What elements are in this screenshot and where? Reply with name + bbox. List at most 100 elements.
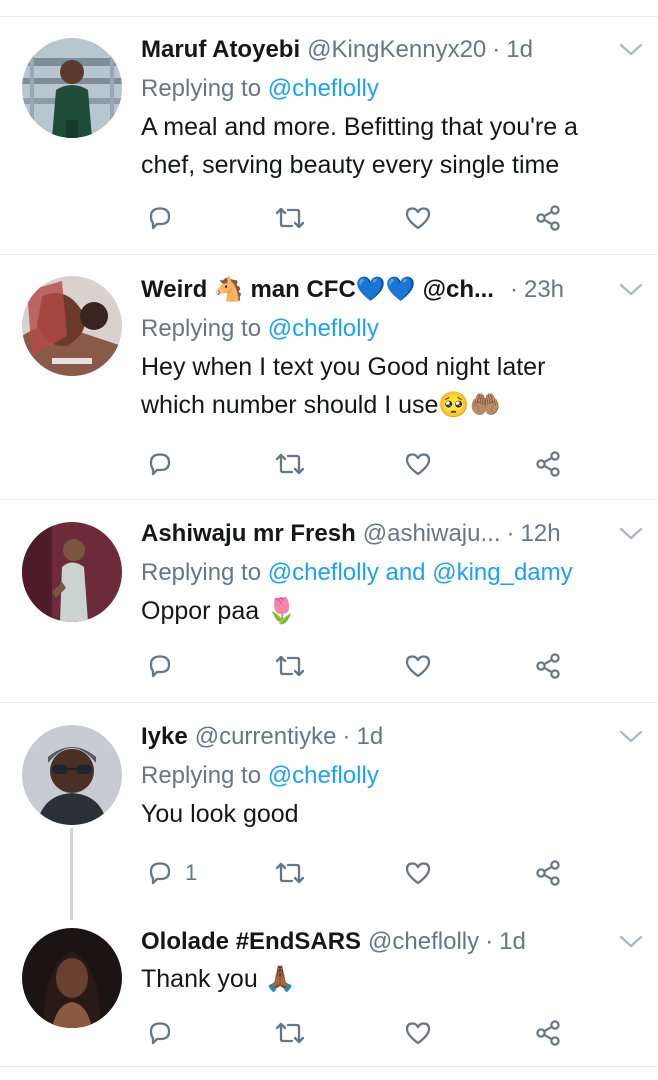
tweet[interactable]: Maruf Atoyebi @KingKennyx20 · 1d Replyin… bbox=[0, 17, 658, 253]
replying-to: Replying to @cheflolly bbox=[141, 73, 644, 105]
share-button[interactable] bbox=[533, 1013, 563, 1053]
tweet-text-line: Thank you 🙏🏾 bbox=[141, 965, 296, 993]
reply-count: 1 bbox=[185, 860, 198, 885]
share-icon bbox=[536, 653, 560, 679]
replying-to-label: Replying to bbox=[141, 559, 262, 586]
chevron-down-icon[interactable] bbox=[618, 280, 644, 300]
tweet[interactable]: Iyke @currentiyke · 1d Replying to @chef… bbox=[0, 703, 658, 903]
share-button[interactable] bbox=[533, 198, 563, 238]
separator-dot: · bbox=[492, 36, 501, 63]
avatar[interactable] bbox=[22, 522, 122, 622]
timestamp[interactable]: 23h bbox=[524, 274, 564, 306]
retweet-icon bbox=[275, 207, 305, 229]
tweet-text-line: Hey when I text you Good night later bbox=[141, 353, 546, 381]
separator-dot: · bbox=[509, 276, 518, 303]
user-handle[interactable]: @KingKennyx20 bbox=[307, 34, 486, 66]
replying-to: Replying to @cheflolly bbox=[141, 760, 644, 792]
reply-button[interactable] bbox=[145, 1013, 185, 1053]
share-button[interactable] bbox=[533, 853, 563, 893]
like-button[interactable] bbox=[403, 198, 433, 238]
user-handle[interactable]: @ch... bbox=[423, 274, 494, 306]
like-button[interactable] bbox=[403, 1013, 433, 1053]
chevron-down-icon[interactable] bbox=[618, 524, 644, 544]
retweet-icon bbox=[275, 1022, 305, 1044]
action-bar bbox=[141, 646, 621, 686]
avatar[interactable] bbox=[22, 725, 122, 825]
avatar[interactable] bbox=[22, 928, 122, 1028]
tweet-text-line: which number should I use🥺🤲🏽 bbox=[141, 391, 501, 419]
like-button[interactable] bbox=[403, 646, 433, 686]
reply-icon bbox=[149, 655, 171, 678]
mention-link[interactable]: @cheflolly and @king_damy bbox=[268, 559, 573, 586]
chevron-down-icon[interactable] bbox=[618, 40, 644, 60]
heart-icon bbox=[405, 1022, 431, 1045]
display-name[interactable]: Maruf Atoyebi bbox=[141, 34, 300, 66]
tweet[interactable]: Ashiwaju mr Fresh @ashiwaju... · 12h Rep… bbox=[0, 500, 658, 700]
share-icon bbox=[536, 860, 560, 886]
mention-link[interactable]: @cheflolly bbox=[268, 315, 379, 342]
replying-to: Replying to @cheflolly and @king_damy bbox=[141, 557, 644, 589]
reply-icon bbox=[149, 1022, 171, 1045]
like-button[interactable] bbox=[403, 853, 433, 893]
retweet-button[interactable] bbox=[273, 1013, 307, 1053]
replying-to-label: Replying to bbox=[141, 75, 262, 102]
share-icon bbox=[536, 205, 560, 231]
timestamp[interactable]: 1d bbox=[499, 926, 526, 958]
tweet-text-line: A meal and more. Befitting that you're a bbox=[141, 113, 578, 141]
chevron-down-icon[interactable] bbox=[618, 932, 644, 952]
action-bar bbox=[141, 1013, 621, 1053]
replying-to-label: Replying to bbox=[141, 315, 262, 342]
tweet[interactable]: Ololade #EndSARS @cheflolly · 1d Thank y… bbox=[0, 905, 658, 1065]
replying-to-label: Replying to bbox=[141, 762, 262, 789]
timestamp[interactable]: 1d bbox=[506, 34, 533, 66]
reply-icon bbox=[149, 207, 171, 230]
user-handle[interactable]: @ashiwaju... bbox=[363, 518, 501, 550]
share-button[interactable] bbox=[533, 444, 563, 484]
timestamp[interactable]: 12h bbox=[521, 518, 561, 550]
display-name[interactable]: Iyke bbox=[141, 721, 188, 753]
retweet-icon bbox=[275, 655, 305, 677]
reply-thread: Maruf Atoyebi @KingKennyx20 · 1d Replyin… bbox=[0, 0, 658, 1080]
avatar[interactable] bbox=[22, 276, 122, 376]
action-bar bbox=[141, 198, 621, 238]
reply-button[interactable] bbox=[145, 444, 185, 484]
reply-button[interactable] bbox=[145, 198, 185, 238]
tweet-text-line: Oppor paa 🌷 bbox=[141, 597, 298, 625]
heart-icon bbox=[405, 453, 431, 476]
retweet-button[interactable] bbox=[273, 198, 307, 238]
like-button[interactable] bbox=[403, 444, 433, 484]
action-bar: 1 bbox=[141, 853, 621, 893]
user-handle[interactable]: @currentiyke bbox=[195, 721, 337, 753]
user-handle[interactable]: @cheflolly bbox=[368, 926, 479, 958]
separator-dot: · bbox=[342, 723, 351, 750]
retweet-button[interactable] bbox=[273, 444, 307, 484]
reply-button[interactable] bbox=[145, 646, 185, 686]
avatar[interactable] bbox=[22, 38, 122, 138]
reply-icon bbox=[149, 453, 171, 476]
heart-icon bbox=[405, 655, 431, 678]
display-name[interactable]: Weird 🐴 man CFC💙💙 bbox=[141, 274, 416, 306]
separator-dot: · bbox=[485, 928, 494, 955]
chevron-down-icon[interactable] bbox=[618, 727, 644, 747]
retweet-icon bbox=[275, 862, 305, 884]
heart-icon bbox=[405, 207, 431, 230]
display-name[interactable]: Ololade #EndSARS bbox=[141, 926, 361, 958]
display-name[interactable]: Ashiwaju mr Fresh bbox=[141, 518, 356, 550]
share-button[interactable] bbox=[533, 646, 563, 686]
retweet-button[interactable] bbox=[273, 853, 307, 893]
mention-link[interactable]: @cheflolly bbox=[268, 75, 379, 102]
tweet[interactable]: Weird 🐴 man CFC💙💙 @ch... · 23h Replying … bbox=[0, 255, 658, 498]
retweet-button[interactable] bbox=[273, 646, 307, 686]
mention-link[interactable]: @cheflolly bbox=[268, 762, 379, 789]
retweet-icon bbox=[275, 453, 305, 475]
timestamp[interactable]: 1d bbox=[356, 721, 383, 753]
tweet-text-line: You look good bbox=[141, 800, 299, 828]
share-icon bbox=[536, 1020, 560, 1046]
divider bbox=[0, 1066, 658, 1067]
share-icon bbox=[536, 451, 560, 477]
reply-button[interactable]: 1 bbox=[145, 853, 197, 893]
heart-icon bbox=[405, 862, 431, 885]
reply-icon bbox=[149, 862, 171, 885]
tweet-text: A meal and more. Befitting that you're a… bbox=[141, 108, 644, 184]
action-bar bbox=[141, 444, 621, 484]
